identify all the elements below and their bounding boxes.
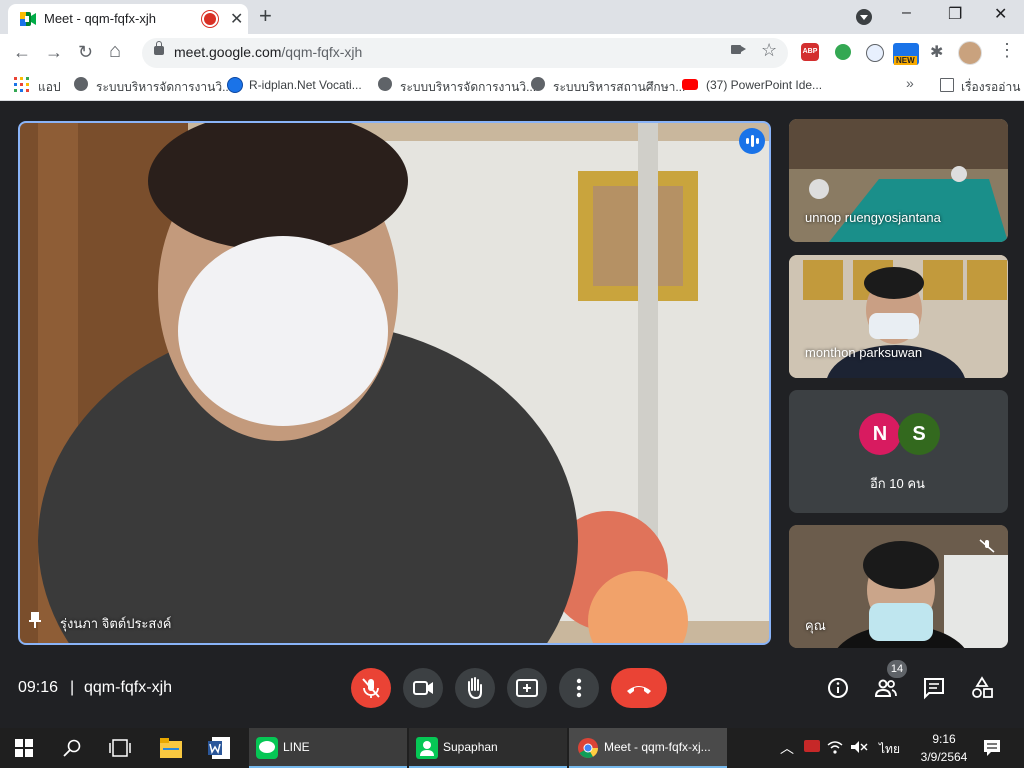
back-button[interactable]: ← <box>13 42 31 63</box>
muted-mic-icon <box>979 539 995 553</box>
tab-title: Meet - qqm-fqfx-xjh <box>44 11 156 26</box>
bookmark-star-icon[interactable]: ☆ <box>761 40 777 61</box>
main-speaker-video <box>20 123 769 643</box>
recording-indicator-icon <box>204 13 216 25</box>
globe-icon <box>378 77 392 91</box>
bookmark-item[interactable]: ระบบบริหารสถานศึกษา... <box>553 78 685 97</box>
apps-grid-icon[interactable] <box>14 77 29 92</box>
main-speaker-name: รุ่งนภา จิตต์ประสงค์ <box>60 616 172 631</box>
extensions-puzzle-icon[interactable]: ✱ <box>930 42 943 62</box>
taskbar-supaphan-label: Supaphan <box>443 740 498 754</box>
restore-button[interactable]: ❐ <box>948 4 962 24</box>
bookmark-item[interactable]: ระบบบริหารจัดการงานวิ... <box>96 78 232 97</box>
reading-list-label[interactable]: เรื่องรออ่าน <box>961 78 1020 97</box>
bookmarks-overflow-icon[interactable]: » <box>906 75 914 91</box>
activities-icon[interactable] <box>970 676 994 700</box>
reading-list-icon[interactable] <box>940 78 954 92</box>
meeting-time: 09:16 <box>18 679 59 696</box>
url-text[interactable]: meet.google.com/qqm-fqfx-xjh <box>174 44 362 60</box>
windows-start-icon[interactable] <box>15 739 33 757</box>
present-screen-icon <box>516 679 538 697</box>
raise-hand-icon <box>468 677 482 700</box>
chat-icon[interactable] <box>922 676 946 700</box>
meeting-separator: | <box>70 679 75 696</box>
camera-icon <box>413 681 433 695</box>
camera-button[interactable] <box>403 668 443 708</box>
mic-off-button[interactable] <box>351 668 391 708</box>
task-view-icon[interactable] <box>109 739 131 757</box>
chrome-icon <box>578 738 599 758</box>
new-tab-button[interactable]: + <box>259 3 272 29</box>
participant-avatar-s: S <box>898 413 940 455</box>
tray-chevron-icon[interactable]: ︿ <box>780 738 794 758</box>
volume-muted-icon[interactable] <box>850 740 868 754</box>
main-video-tile[interactable] <box>18 121 771 645</box>
profile-avatar[interactable] <box>958 41 982 65</box>
participant-avatar-n: N <box>859 413 901 455</box>
browser-tab[interactable]: Meet - qqm-fqfx-xjh ✕ <box>8 4 248 34</box>
leave-call-button[interactable] <box>611 668 667 708</box>
others-count: อีก 10 คน <box>870 476 925 491</box>
word-icon[interactable] <box>208 737 230 759</box>
url-path: /qqm-fqfx-xjh <box>281 44 363 60</box>
globe-icon <box>531 77 545 91</box>
input-language[interactable]: ไทย <box>879 740 900 759</box>
globe-icon <box>74 77 88 91</box>
home-button[interactable]: ⌂ <box>109 40 121 63</box>
speaking-indicator-icon <box>739 128 765 154</box>
minimize-button[interactable]: – <box>902 4 911 22</box>
participant-count-badge: 14 <box>887 660 907 678</box>
more-vert-icon <box>576 678 582 698</box>
search-icon[interactable] <box>63 739 81 757</box>
reload-button[interactable]: ↻ <box>78 42 93 63</box>
clock-date[interactable]: 3/9/2564 <box>912 750 976 764</box>
notification-center-icon[interactable] <box>983 739 1001 757</box>
adblock-plus-icon[interactable]: ABP <box>801 43 819 61</box>
end-call-icon <box>627 686 651 694</box>
ridplan-icon <box>227 77 243 93</box>
tab-close-icon[interactable]: ✕ <box>230 9 243 29</box>
raise-hand-button[interactable] <box>455 668 495 708</box>
bookmark-item[interactable]: ระบบบริหารจัดการงานวิ... <box>400 78 536 97</box>
taskbar-line-label: LINE <box>283 740 310 754</box>
close-window-button[interactable]: ✕ <box>994 4 1007 24</box>
new-badge-label: NEW <box>894 56 917 65</box>
self-name: คุณ <box>805 618 826 633</box>
extension-login-icon[interactable] <box>866 44 884 62</box>
meeting-code: qqm-fqfx-xjh <box>84 679 173 696</box>
tab-search-icon[interactable] <box>856 9 872 25</box>
others-tile[interactable] <box>789 390 1008 513</box>
clock-time[interactable]: 9:16 <box>916 732 972 746</box>
more-options-button[interactable] <box>559 668 599 708</box>
youtube-icon <box>682 79 698 90</box>
camera-in-use-icon[interactable] <box>731 45 746 54</box>
line-contact-icon <box>416 737 438 759</box>
people-icon[interactable] <box>874 676 898 700</box>
extension-shield-icon[interactable] <box>835 44 851 60</box>
tray-app-icon[interactable] <box>804 740 820 752</box>
pin-icon[interactable] <box>28 612 42 628</box>
participant-name: monthon parksuwan <box>805 345 923 360</box>
bookmark-apps[interactable]: แอป <box>38 78 61 97</box>
chrome-menu-icon[interactable]: ⋮ <box>998 40 1016 61</box>
file-explorer-icon[interactable] <box>160 738 182 758</box>
lock-icon[interactable] <box>154 41 164 55</box>
url-host: meet.google.com <box>174 44 282 60</box>
extension-new-icon[interactable]: NEW <box>893 43 919 65</box>
meet-favicon-icon <box>20 12 36 26</box>
mic-off-icon <box>362 678 380 698</box>
participant-name: unnop ruengyosjantana <box>805 210 941 225</box>
present-screen-button[interactable] <box>507 668 547 708</box>
line-app-icon <box>256 737 278 759</box>
wifi-icon[interactable] <box>827 740 843 754</box>
bookmark-item[interactable]: R-idplan.Net Vocati... <box>249 78 362 92</box>
taskbar-chrome-label: Meet - qqm-fqfx-xj... <box>604 740 711 754</box>
forward-button[interactable]: → <box>45 42 63 63</box>
meeting-details-icon[interactable] <box>826 676 850 700</box>
bookmark-item[interactable]: (37) PowerPoint Ide... <box>706 78 822 92</box>
